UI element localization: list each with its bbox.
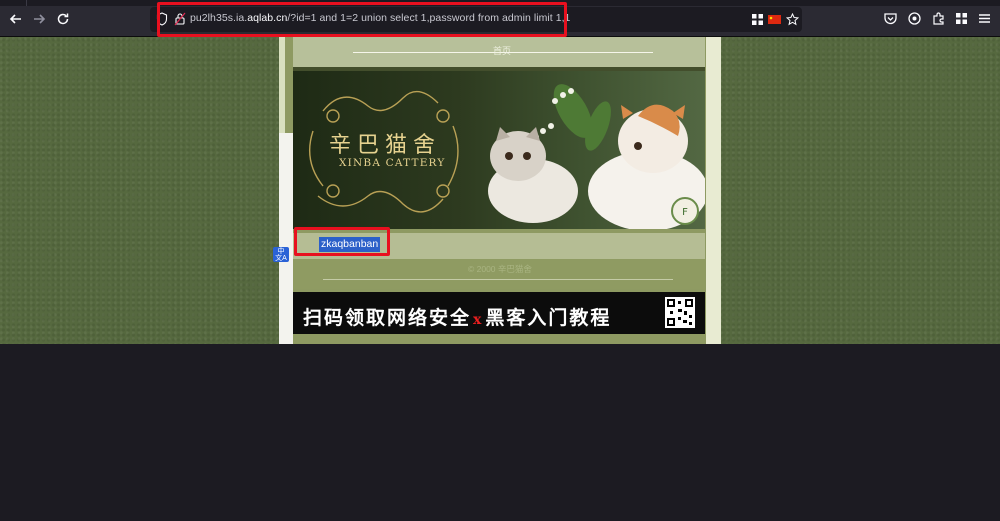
browser-toolbar: pu2lh35s.ia.aqlab.cn/?id=1 and 1=2 union…: [0, 0, 1000, 37]
url-host: aqlab.cn: [247, 12, 288, 24]
reload-icon: [57, 13, 69, 25]
page-viewport: 首页 F 辛巴猫舍 XINBA CATTERY zkaqbanban © 200…: [0, 37, 1000, 344]
ad-x-mark: x: [473, 312, 484, 328]
menu-hamburger-icon[interactable]: [977, 11, 992, 26]
footer-divider: [323, 279, 673, 280]
query-result-row: zkaqbanban: [293, 233, 705, 259]
tab-strip: [0, 0, 1000, 6]
reload-button[interactable]: [55, 11, 71, 27]
china-flag-icon[interactable]: [768, 13, 781, 26]
cattery-banner: F 辛巴猫舍 XINBA CATTERY: [293, 71, 705, 229]
shield-icon[interactable]: [156, 12, 168, 26]
address-bar[interactable]: pu2lh35s.ia.aqlab.cn/?id=1 and 1=2 union…: [150, 7, 802, 32]
ad-text-right: 黑客入门教程: [485, 307, 612, 329]
bookmark-star-icon[interactable]: [786, 13, 799, 26]
forward-button[interactable]: [31, 11, 47, 27]
svg-text:F: F: [682, 207, 688, 218]
ad-text-left: 扫码领取网络安全: [303, 307, 472, 329]
ad-banner[interactable]: 扫码领取网络安全 x 黑客入门教程: [293, 292, 705, 334]
empty-browser-area: [0, 344, 1000, 521]
extensions-puzzle-icon[interactable]: [931, 11, 946, 26]
apps-grid-icon[interactable]: [954, 11, 969, 26]
arrow-right-icon: [34, 14, 46, 24]
query-result-value[interactable]: zkaqbanban: [319, 237, 381, 252]
extension-badge-icon[interactable]: [907, 11, 922, 26]
header-decoration: 首页: [293, 37, 705, 71]
qr-code-icon[interactable]: [751, 13, 764, 26]
url-path: /?id=1 and 1=2 union select 1,password f…: [287, 12, 571, 24]
insecure-lock-icon[interactable]: [174, 12, 186, 26]
site-content: 首页 F 辛巴猫舍 XINBA CATTERY zkaqbanban © 200…: [279, 37, 721, 344]
url-prefix: pu2lh35s.ia.: [190, 12, 248, 24]
pocket-icon[interactable]: [883, 11, 898, 26]
copyright-text: © 2000 辛巴猫舍: [468, 264, 532, 274]
qr-code-image: [665, 297, 695, 328]
back-button[interactable]: [8, 11, 24, 27]
url-text[interactable]: pu2lh35s.ia.aqlab.cn/?id=1 and 1=2 union…: [190, 12, 570, 24]
banner-title: 辛巴猫舍: [329, 133, 442, 158]
home-nav-link[interactable]: 首页: [493, 44, 511, 57]
banner-subtitle: XINBA CATTERY: [339, 157, 446, 169]
page-footer: © 2000 辛巴猫舍: [293, 259, 705, 289]
translate-icon[interactable]: 中文A: [273, 247, 289, 262]
arrow-left-icon: [9, 14, 21, 24]
ad-text: 扫码领取网络安全 x 黑客入门教程: [303, 303, 611, 330]
